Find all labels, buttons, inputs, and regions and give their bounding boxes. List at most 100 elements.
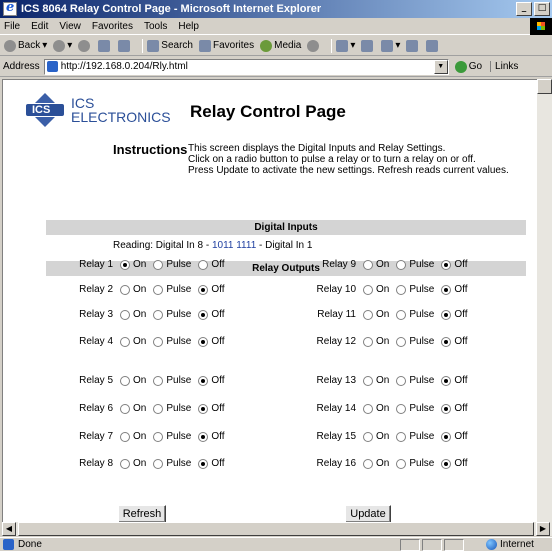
relay-off-radio[interactable]: [441, 458, 452, 469]
minimize-button[interactable]: _: [516, 2, 532, 16]
relay-off-radio[interactable]: [198, 259, 209, 270]
relay-pulse-radio[interactable]: [396, 431, 407, 442]
history-button[interactable]: [307, 39, 321, 52]
relay-off-radio[interactable]: [441, 284, 452, 295]
address-input[interactable]: http://192.168.0.204/Rly.html ▼: [43, 58, 449, 75]
relay-pulse-radio[interactable]: [153, 431, 164, 442]
ie-icon: [3, 0, 17, 16]
update-button[interactable]: Update: [345, 505, 391, 522]
messenger-button[interactable]: [426, 39, 440, 52]
relay-off-radio[interactable]: [198, 284, 209, 295]
home-button[interactable]: [118, 39, 132, 52]
radio-label: Pulse: [166, 309, 192, 320]
window-controls: _ □: [516, 2, 550, 16]
relay-on-radio[interactable]: [363, 259, 373, 270]
print-button[interactable]: [361, 39, 375, 52]
relay-name: Relay 11: [317, 309, 356, 320]
relay-off-radio[interactable]: [441, 431, 452, 442]
search-button[interactable]: Search: [147, 39, 193, 52]
menu-file[interactable]: File: [4, 21, 20, 32]
menu-favorites[interactable]: Favorites: [92, 21, 133, 32]
relay-off-radio[interactable]: [198, 403, 209, 414]
relay-on-radio[interactable]: [363, 458, 373, 469]
relay-on-radio[interactable]: [120, 309, 130, 320]
scroll-right-button[interactable]: ▶: [536, 522, 550, 536]
relay-on-radio[interactable]: [120, 403, 130, 414]
menu-view[interactable]: View: [59, 21, 81, 32]
radio-label: On: [376, 431, 390, 442]
relay-pulse-radio[interactable]: [396, 284, 407, 295]
scroll-left-button[interactable]: ◀: [2, 522, 16, 536]
relay-on-radio[interactable]: [363, 336, 373, 347]
relay-off-radio[interactable]: [441, 259, 452, 270]
relay-pulse-radio[interactable]: [396, 375, 407, 386]
relay-off-radio[interactable]: [198, 336, 209, 347]
status-cell: [444, 539, 464, 551]
relay-pulse-radio[interactable]: [153, 403, 164, 414]
relay-pulse-radio[interactable]: [153, 284, 164, 295]
window-title: ICS 8064 Relay Control Page - Microsoft …: [21, 3, 322, 15]
relay-pulse-radio[interactable]: [396, 458, 407, 469]
relay-off-radio[interactable]: [198, 375, 209, 386]
relay-row: Relay 5 On Pulse Off: [73, 375, 224, 386]
radio-label: Pulse: [409, 259, 435, 270]
relay-on-radio[interactable]: [120, 458, 130, 469]
radio-label: Off: [454, 431, 468, 442]
relay-off-radio[interactable]: [441, 336, 452, 347]
relay-off-radio[interactable]: [198, 309, 209, 320]
relay-on-radio[interactable]: [363, 309, 373, 320]
relay-off-radio[interactable]: [198, 458, 209, 469]
instruction-line: This screen displays the Digital Inputs …: [188, 143, 446, 154]
relay-pulse-radio[interactable]: [153, 336, 164, 347]
refresh-browser-button[interactable]: [98, 39, 112, 52]
relay-on-radio[interactable]: [120, 336, 130, 347]
mail-button[interactable]: ▾: [336, 39, 355, 52]
relay-on-radio[interactable]: [363, 403, 373, 414]
discuss-button[interactable]: [406, 39, 420, 52]
menu-edit[interactable]: Edit: [31, 21, 48, 32]
relay-pulse-radio[interactable]: [396, 336, 407, 347]
maximize-button[interactable]: □: [534, 2, 550, 16]
address-dropdown-button[interactable]: ▼: [433, 59, 448, 74]
relay-pulse-radio[interactable]: [153, 375, 164, 386]
media-button[interactable]: Media: [260, 39, 302, 52]
relay-pulse-radio[interactable]: [396, 259, 407, 270]
relay-pulse-radio[interactable]: [153, 458, 164, 469]
relay-off-radio[interactable]: [441, 403, 452, 414]
relay-on-radio[interactable]: [363, 431, 373, 442]
radio-label: Pulse: [409, 309, 435, 320]
scroll-up-button[interactable]: [537, 79, 552, 94]
refresh-button[interactable]: Refresh: [118, 505, 166, 522]
relay-on-radio[interactable]: [120, 284, 130, 295]
relay-pulse-radio[interactable]: [396, 309, 407, 320]
back-button[interactable]: Back ▾: [4, 39, 47, 52]
menu-help[interactable]: Help: [178, 21, 199, 32]
relay-off-radio[interactable]: [441, 309, 452, 320]
links-button[interactable]: Links: [490, 61, 518, 72]
edit-button[interactable]: ▾: [381, 39, 400, 52]
relay-off-radio[interactable]: [198, 431, 209, 442]
ics-logo: ICS ICS ELECTRONICS: [25, 93, 171, 127]
relay-pulse-radio[interactable]: [153, 309, 164, 320]
horizontal-scroll-thumb[interactable]: [18, 522, 534, 536]
stop-button[interactable]: [78, 39, 92, 52]
relay-on-radio[interactable]: [363, 284, 373, 295]
relay-off-radio[interactable]: [441, 375, 452, 386]
media-label: Media: [274, 40, 302, 51]
relay-on-radio[interactable]: [120, 375, 130, 386]
vertical-scrollbar[interactable]: [537, 79, 552, 522]
relay-on-radio[interactable]: [120, 431, 130, 442]
menu-tools[interactable]: Tools: [144, 21, 167, 32]
go-button[interactable]: Go: [454, 60, 482, 73]
forward-button[interactable]: ▾: [53, 39, 72, 52]
horizontal-scrollbar[interactable]: ◀ ▶: [2, 522, 552, 536]
relay-pulse-radio[interactable]: [396, 403, 407, 414]
internet-globe-icon: [486, 539, 497, 550]
relay-on-radio[interactable]: [363, 375, 373, 386]
relay-pulse-radio[interactable]: [153, 259, 164, 270]
radio-label: Off: [454, 375, 468, 386]
favorites-button[interactable]: Favorites: [198, 39, 254, 52]
relay-name: Relay 1: [79, 259, 113, 270]
relay-on-radio[interactable]: [120, 259, 130, 270]
relay-row: Relay 4 On Pulse Off: [73, 336, 224, 347]
